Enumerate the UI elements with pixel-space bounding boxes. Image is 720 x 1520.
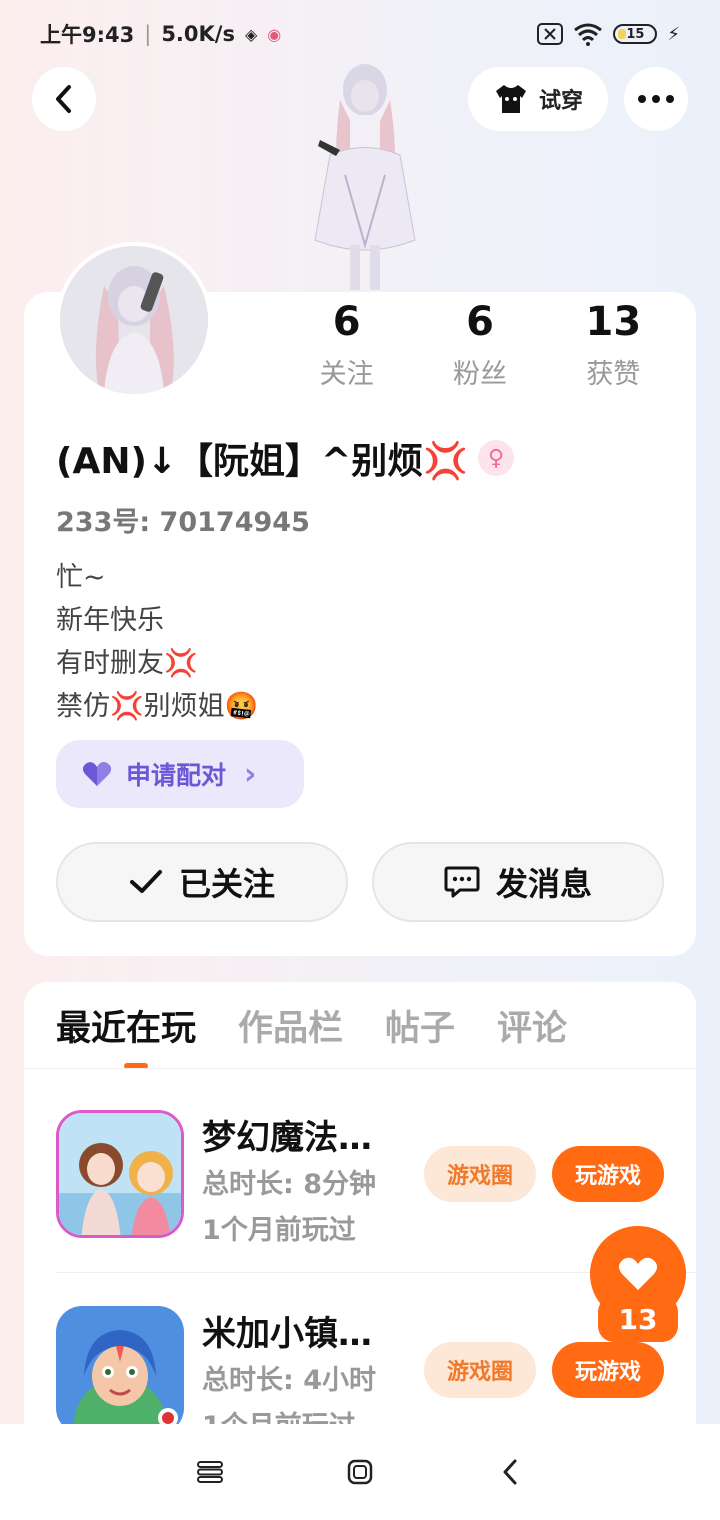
game-circle-button[interactable]: 游戏圈	[424, 1146, 536, 1202]
stat-value: 6	[466, 299, 494, 345]
bio-line: 新年快乐	[56, 605, 164, 636]
nickname-text: (AN)↓【阮姐】^别烦💢	[56, 441, 469, 482]
tab-works[interactable]: 作品栏	[238, 1000, 343, 1051]
avatar-3d-figure[interactable]	[300, 60, 430, 292]
charging-icon: ⚡	[667, 23, 680, 45]
play-game-button[interactable]: 玩游戏	[552, 1146, 664, 1202]
heart-pair-icon	[82, 762, 112, 786]
like-count: 13	[598, 1296, 678, 1342]
female-gender-icon: ♀	[478, 440, 515, 476]
stat-value: 13	[585, 299, 642, 345]
more-icon	[638, 95, 674, 103]
back-icon	[56, 85, 71, 113]
try-on-label: 试穿	[538, 89, 583, 114]
more-button[interactable]	[624, 67, 688, 131]
game-duration: 总时长: 4小时	[202, 1365, 376, 1396]
stat-following[interactable]: 6 关注	[280, 296, 413, 391]
system-nav-bar	[0, 1424, 720, 1520]
game-title: 梦幻魔法…	[202, 1118, 372, 1158]
following-button[interactable]: 已关注	[56, 842, 348, 922]
content-card: 最近在玩 作品栏 帖子 评论 梦幻魔法… 总时长: 8分钟 1个月前玩过 游戏圈…	[24, 982, 696, 1442]
tab-recently-played[interactable]: 最近在玩	[56, 1000, 196, 1051]
game-title: 米加小镇…	[202, 1314, 372, 1354]
stat-label: 获赞	[586, 359, 641, 390]
back-button[interactable]	[32, 67, 96, 131]
battery-icon: 15	[613, 24, 658, 44]
tab-bar: 最近在玩 作品栏 帖子 评论	[56, 1000, 567, 1051]
game-list-item[interactable]: 米加小镇… 总时长: 4小时 1个月前玩过 游戏圈 玩游戏	[56, 1306, 668, 1442]
play-game-button[interactable]: 玩游戏	[552, 1342, 664, 1398]
bio-line: 禁仿💢别烦姐🤬	[56, 691, 259, 722]
apply-pair-button[interactable]: 申请配对 ›	[56, 740, 304, 808]
home-square-icon	[347, 1459, 373, 1485]
stat-fans[interactable]: 6 粉丝	[413, 296, 546, 391]
notification-icon: ◈	[244, 24, 258, 44]
game-last-played: 1个月前玩过	[202, 1215, 356, 1246]
bio: 忙~ 新年快乐 有时删友💢 禁仿💢别烦姐🤬	[56, 556, 258, 728]
system-back-button[interactable]	[490, 1452, 530, 1492]
notification-icon: ◉	[267, 24, 282, 44]
nickname: (AN)↓【阮姐】^别烦💢 ♀	[56, 432, 515, 484]
divider	[24, 1068, 696, 1069]
tab-comments[interactable]: 评论	[497, 1000, 567, 1051]
status-time: 上午9:43	[40, 23, 135, 47]
message-icon	[444, 866, 480, 898]
tab-posts[interactable]: 帖子	[385, 1000, 455, 1051]
stat-likes[interactable]: 13 获赞	[547, 296, 680, 391]
game-duration: 总时长: 8分钟	[202, 1169, 376, 1200]
recent-apps-button[interactable]	[190, 1452, 230, 1492]
sim-x-icon	[537, 23, 564, 45]
apply-pair-label: 申请配对	[126, 761, 227, 790]
send-message-button[interactable]: 发消息	[372, 842, 664, 922]
home-button[interactable]	[340, 1452, 380, 1492]
status-bar: 上午9:43 | 5.0K/s ◈ ◉ 15 ⚡	[0, 0, 720, 68]
shirt-icon	[495, 85, 526, 113]
bio-line: 忙~	[56, 562, 106, 593]
menu-icon	[197, 1461, 223, 1483]
bio-line: 有时删友💢	[56, 648, 198, 679]
game-circle-button[interactable]: 游戏圈	[424, 1342, 536, 1398]
chevron-right-icon: ›	[244, 756, 257, 792]
network-speed: 5.0K/s	[161, 22, 235, 46]
check-icon	[129, 870, 162, 893]
avatar[interactable]	[56, 242, 212, 398]
try-on-button[interactable]: 试穿	[468, 67, 608, 131]
wifi-icon	[574, 23, 603, 46]
heart-icon	[618, 1257, 658, 1290]
game-icon-dream-magic[interactable]	[56, 1110, 184, 1238]
following-label: 已关注	[178, 865, 275, 903]
user-id[interactable]: 233号: 70174945	[56, 500, 310, 539]
game-list-item[interactable]: 梦幻魔法… 总时长: 8分钟 1个月前玩过 游戏圈 玩游戏	[56, 1110, 668, 1250]
game-icon-miga-town[interactable]	[56, 1306, 184, 1434]
stat-label: 粉丝	[452, 359, 507, 390]
stat-label: 关注	[319, 359, 374, 390]
stats-row: 6 关注 6 粉丝 13 获赞	[280, 296, 680, 391]
chevron-left-icon	[503, 1459, 517, 1485]
send-message-label: 发消息	[495, 865, 592, 903]
stat-value: 6	[332, 299, 361, 345]
